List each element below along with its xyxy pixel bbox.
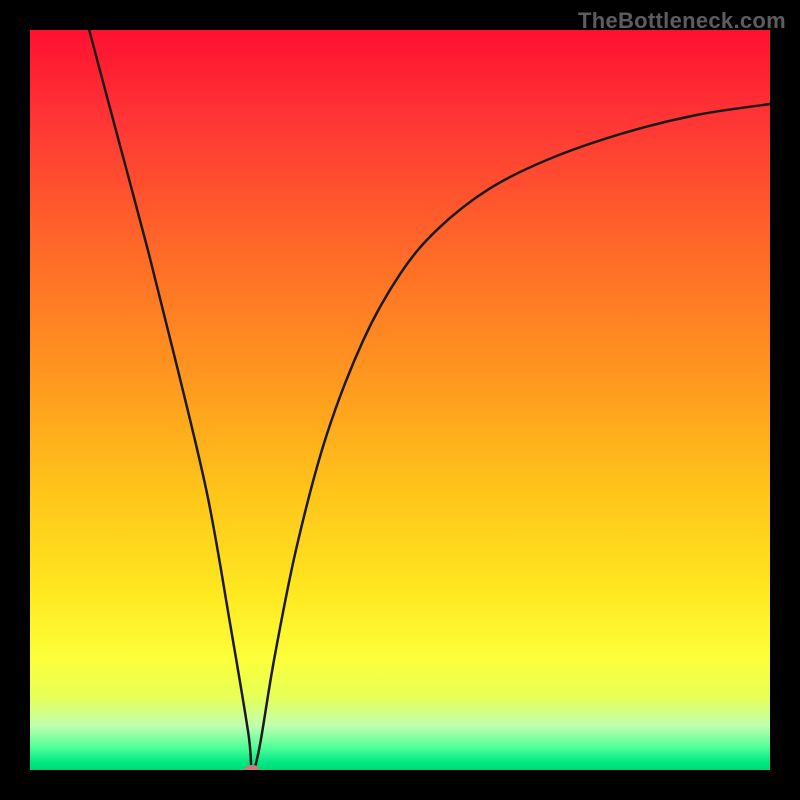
chart-container: TheBottleneck.com (0, 0, 800, 800)
plot-area (30, 30, 770, 770)
minimum-marker (245, 765, 259, 770)
watermark-text: TheBottleneck.com (578, 8, 786, 34)
bottleneck-curve (30, 30, 770, 770)
